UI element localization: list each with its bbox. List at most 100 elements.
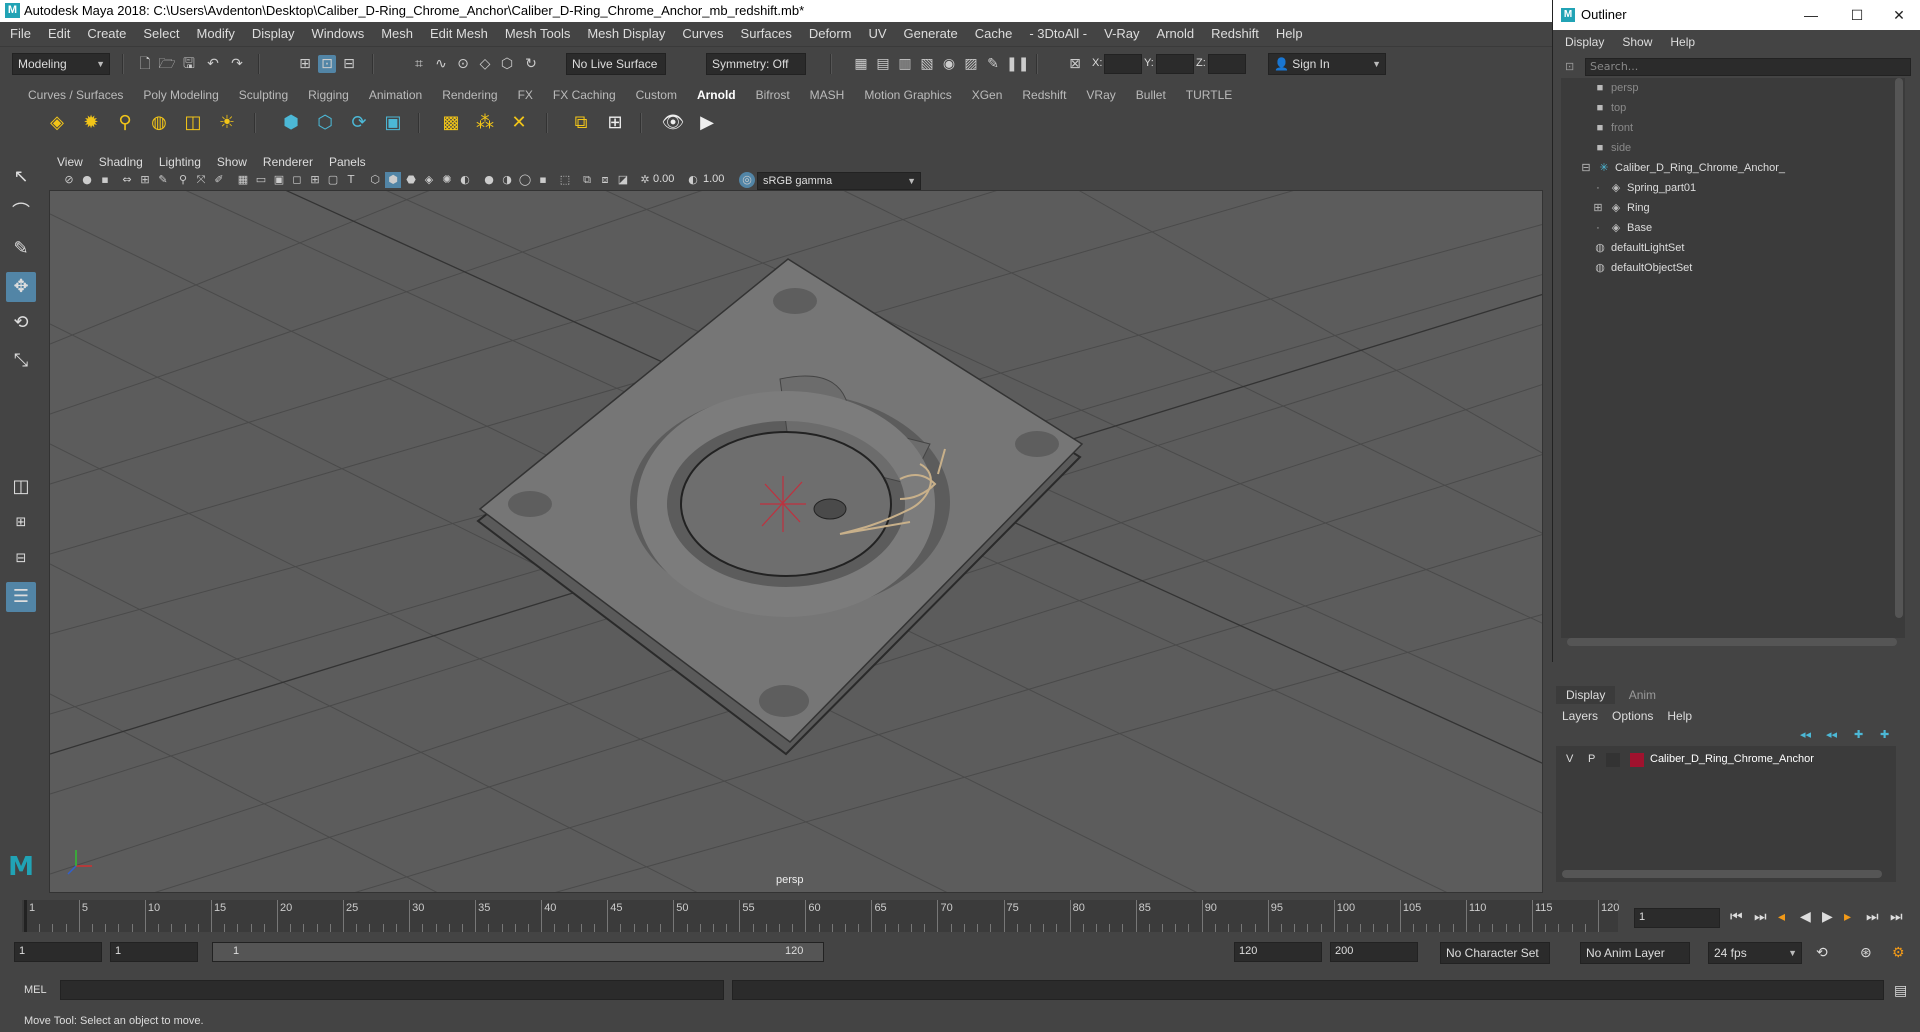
menu-arnold[interactable]: Arnold [1157,26,1195,41]
gate-mask-icon[interactable]: ◻ [289,172,305,188]
animation-preferences-icon[interactable]: ⚙ [1892,944,1905,961]
menu-windows[interactable]: Windows [311,26,364,41]
shelf-tab-sculpting[interactable]: Sculpting [229,88,298,102]
shelf-tab-custom[interactable]: Custom [626,88,687,102]
wireframe-icon[interactable]: ⬡ [367,172,383,188]
tab-anim[interactable]: Anim [1619,686,1666,704]
viewport-menu-lighting[interactable]: Lighting [159,155,201,169]
layer-horizontal-scrollbar[interactable] [1562,870,1882,878]
move-tool-icon[interactable]: ✥ [6,272,36,302]
grease-pencil-icon[interactable]: ✎ [155,172,171,188]
isolate-select-icon[interactable]: ⬚ [557,172,573,188]
paint-select-tool-icon[interactable]: ✎ [6,234,36,264]
step-forward-key-icon[interactable]: ⏭ [1866,908,1879,925]
depth-of-field-icon[interactable]: ▪ [535,172,551,188]
redo-icon[interactable]: ↷ [228,55,246,73]
auto-key-icon[interactable]: ⊛ [1860,944,1872,961]
shelf-tab-curves-surfaces[interactable]: Curves / Surfaces [18,88,133,102]
scale-tool-icon[interactable]: ⤡ [6,346,36,376]
tree-item-front[interactable]: ■ front [1593,118,1633,138]
undo-icon[interactable]: ↶ [204,55,222,73]
physical-sky-icon[interactable]: ☀ [214,110,240,136]
new-layer-selected-icon[interactable]: ✚ [1880,728,1889,741]
menu-help[interactable]: Help [1276,26,1303,41]
layer-name[interactable]: Caliber_D_Ring_Chrome_Anchor [1650,753,1814,765]
bookmark-icon[interactable]: ▪ [97,172,113,188]
export-standin-icon[interactable]: ⬡ [312,110,338,136]
single-perspective-layout-icon[interactable]: ◫ [6,472,36,502]
hypershade-icon[interactable]: ◉ [940,55,958,73]
snap-grid-icon[interactable]: ⌗ [410,55,428,73]
time-slider[interactable]: 1 5 10 15 20 25 30 35 40 45 50 55 60 65 70 75 80 85 90 95 10… [22,900,1619,932]
flush-all-caches-icon[interactable]: ✕ [506,110,532,136]
xray-active-components-icon[interactable]: ⧈ [597,172,613,188]
lasso-tool-icon[interactable]: ⌒ [6,198,36,228]
smooth-shade-icon[interactable]: ⬢ [385,172,401,188]
close-icon[interactable]: ✕ [1881,0,1917,30]
transform-mode-icon[interactable]: ⊠ [1066,55,1084,73]
exposure-icon[interactable]: ✲ [637,172,653,188]
exposure-value[interactable]: 0.00 [653,173,674,185]
symmetry-dropdown[interactable]: Symmetry: Off [706,53,806,75]
outliner-menu-help[interactable]: Help [1670,35,1695,49]
safe-title-icon[interactable]: T [343,172,359,188]
shelf-tab-bullet[interactable]: Bullet [1126,88,1176,102]
render-play-icon[interactable]: ▶ [694,110,720,136]
shelf-tab-turtle[interactable]: TURTLE [1176,88,1242,102]
license-manager-icon[interactable]: ⊞ [602,110,628,136]
play-backwards-icon[interactable]: ◀ [1800,908,1811,925]
tree-item-spring[interactable]: · ◈ Spring_part01 [1591,178,1696,198]
resolution-gate-icon[interactable]: ▣ [271,172,287,188]
menu-mesh-display[interactable]: Mesh Display [587,26,665,41]
ipr-render-icon[interactable]: ▥ [896,55,914,73]
layer-type-toggle[interactable] [1606,753,1620,767]
shelf-tab-vray[interactable]: VRay [1076,88,1125,102]
outliner-layout-icon[interactable]: ☰ [6,582,36,612]
rotate-tool-icon[interactable]: ⟲ [6,308,36,338]
y-field[interactable] [1156,54,1194,74]
render-settings-icon[interactable]: ▧ [918,55,936,73]
grid-toggle-icon[interactable]: ▦ [235,172,251,188]
shelf-tab-motion-graphics[interactable]: Motion Graphics [854,88,961,102]
loop-icon[interactable]: ⟲ [1816,944,1828,961]
anim-layer-dropdown[interactable]: No Anim Layer [1580,942,1690,964]
field-chart-icon[interactable]: ⊞ [307,172,323,188]
menu-file[interactable]: File [10,26,31,41]
outliner-horizontal-scrollbar[interactable] [1567,638,1897,646]
menu-create[interactable]: Create [87,26,126,41]
pause-viewport-icon[interactable]: ❚❚ [1006,55,1029,73]
select-by-object-icon[interactable]: ⊡ [318,55,336,73]
viewport-menu-view[interactable]: View [57,155,83,169]
scene-canvas[interactable] [50,154,1543,893]
filter-icon[interactable]: ⊡ [1565,60,1574,73]
script-editor-icon[interactable]: ▤ [1894,982,1907,999]
sign-in-button[interactable]: 👤 Sign In ▼ [1268,53,1386,75]
shelf-tab-animation[interactable]: Animation [359,88,432,102]
camera-select-icon[interactable]: ⊘ [61,172,77,188]
camera-attributes-icon[interactable]: ● [79,172,95,188]
tree-item-default-light-set[interactable]: ◍ defaultLightSet [1593,238,1684,258]
viewport-menu-renderer[interactable]: Renderer [263,155,313,169]
skydome-light-icon[interactable]: ◍ [146,110,172,136]
render-setup-icon[interactable]: ▨ [962,55,980,73]
tree-item-persp[interactable]: ■ persp [1593,78,1639,98]
snap-curve-icon[interactable]: ∿ [432,55,450,73]
flush-background-cache-icon[interactable]: ⁂ [472,110,498,136]
shelf-tab-rendering[interactable]: Rendering [432,88,507,102]
shelf-tab-fx-caching[interactable]: FX Caching [543,88,626,102]
new-layer-icon[interactable]: ✚ [1854,728,1863,741]
menu-display[interactable]: Display [252,26,295,41]
menu-vray[interactable]: V-Ray [1104,26,1139,41]
live-surface-dropdown[interactable]: No Live Surface [566,53,666,75]
mode-selector[interactable]: Modeling ▼ [12,53,110,75]
open-scene-icon[interactable]: 🗁 [158,55,176,73]
menu-curves[interactable]: Curves [682,26,723,41]
current-time-marker[interactable] [24,900,27,932]
play-forwards-icon[interactable]: ▶ [1822,908,1833,925]
command-input[interactable] [60,980,724,1000]
menu-deform[interactable]: Deform [809,26,852,41]
color-management-icon[interactable]: ◎ [739,172,755,188]
2d-pan-zoom-icon[interactable]: ⊞ [137,172,153,188]
tree-item-side[interactable]: ■ side [1593,138,1632,158]
select-by-hierarchy-icon[interactable]: ⊞ [296,55,314,73]
